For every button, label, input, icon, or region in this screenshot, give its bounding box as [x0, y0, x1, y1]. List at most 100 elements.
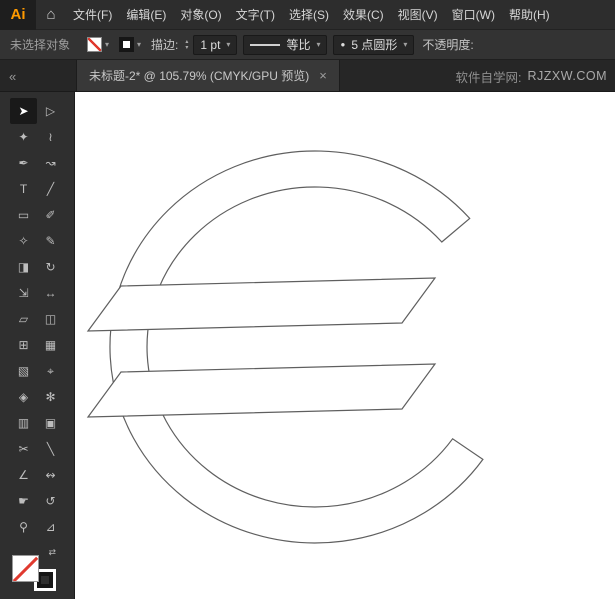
selection-tool[interactable]: ➤: [10, 98, 37, 124]
brush-definition-dropdown[interactable]: ● 5 点圆形 ▾: [333, 34, 415, 55]
menu-help[interactable]: 帮助(H): [502, 0, 557, 30]
gradient-icon: ▧: [17, 364, 30, 378]
measure-icon: ⊿: [45, 520, 56, 534]
line-segment-tool[interactable]: ╱: [37, 176, 64, 202]
euro-c-path[interactable]: [109, 150, 484, 544]
paintbrush-icon: ✐: [45, 208, 56, 222]
panel-collapse-button[interactable]: «: [4, 60, 21, 92]
scale-icon: ⇲: [18, 286, 29, 300]
rotate-icon: ↻: [45, 260, 56, 274]
pencil-icon: ✎: [45, 234, 56, 248]
shaper-tool[interactable]: ✧: [10, 228, 37, 254]
symbol-sprayer-tool[interactable]: ✻: [37, 384, 64, 410]
menu-select[interactable]: 选择(S): [282, 0, 336, 30]
width-tool[interactable]: ↔: [37, 280, 64, 306]
rectangle-tool[interactable]: ▭: [10, 202, 37, 228]
knife-tool[interactable]: ╲: [37, 436, 64, 462]
paintbrush-tool[interactable]: ✐: [37, 202, 64, 228]
perspective-grid-tool[interactable]: ⊞: [10, 332, 37, 358]
menu-edit[interactable]: 编辑(E): [119, 0, 173, 30]
stroke-color-dropdown[interactable]: ▾: [114, 37, 146, 52]
rotate-tool[interactable]: ↻: [37, 254, 64, 280]
slice-tool[interactable]: ✂: [10, 436, 37, 462]
uniform-line-icon: [250, 43, 281, 46]
artboard-tool[interactable]: ▣: [37, 410, 64, 436]
knife-icon: ╲: [46, 442, 55, 456]
lasso-tool[interactable]: ≀: [37, 124, 64, 150]
rotate-view-tool[interactable]: ↺: [37, 488, 64, 514]
rotate-view-icon: ↺: [45, 494, 56, 508]
scale-tool[interactable]: ⇲: [10, 280, 37, 306]
stroke-weight-stepper[interactable]: ▴ ▾: [183, 39, 190, 51]
shear-icon: ∠: [18, 468, 29, 482]
app-logo: Ai: [0, 0, 36, 30]
hand-tool[interactable]: ☛: [10, 488, 37, 514]
tab-close-icon[interactable]: ×: [319, 68, 327, 83]
chevron-down-icon: ▾: [105, 40, 110, 49]
chevron-down-icon: ▾: [316, 40, 321, 49]
menu-object[interactable]: 对象(O): [173, 0, 228, 30]
swap-fill-stroke-icon[interactable]: ⇄: [48, 547, 56, 558]
perspective-grid-icon: ⊞: [18, 338, 29, 352]
document-tab-title: 未标题-2* @ 105.79% (CMYK/GPU 预览): [89, 69, 310, 83]
document-tab[interactable]: 未标题-2* @ 105.79% (CMYK/GPU 预览) ×: [76, 60, 340, 91]
home-button[interactable]: ⌂: [36, 0, 66, 30]
eraser-tool[interactable]: ◨: [10, 254, 37, 280]
menu-window[interactable]: 窗口(W): [445, 0, 502, 30]
chevron-down-icon: ▾: [226, 40, 231, 49]
gradient-tool[interactable]: ▧: [10, 358, 37, 384]
artboard-canvas[interactable]: [75, 92, 615, 599]
mesh-tool[interactable]: ▦: [37, 332, 64, 358]
pen-tool[interactable]: ✒: [10, 150, 37, 176]
euro-artwork: [86, 150, 484, 544]
curvature-tool[interactable]: ↝: [37, 150, 64, 176]
shape-builder-tool[interactable]: ◫: [37, 306, 64, 332]
menu-view[interactable]: 视图(V): [391, 0, 445, 30]
symbol-sprayer-icon: ✻: [45, 390, 56, 404]
illustrator-window: Ai ⌂ 文件(F) 编辑(E) 对象(O) 文字(T) 选择(S) 效果(C)…: [0, 0, 615, 599]
slice-icon: ✂: [18, 442, 29, 456]
menu-file[interactable]: 文件(F): [66, 0, 119, 30]
menu-type[interactable]: 文字(T): [229, 0, 282, 30]
pencil-tool[interactable]: ✎: [37, 228, 64, 254]
collapse-chevrons-icon: «: [9, 68, 17, 84]
reshape-tool[interactable]: ↭: [37, 462, 64, 488]
free-transform-tool[interactable]: ▱: [10, 306, 37, 332]
brush-name-value: 5 点圆形: [351, 38, 398, 52]
round-brush-icon: ●: [340, 40, 346, 49]
stroke-weight-dropdown[interactable]: 1 pt ▾: [193, 34, 238, 55]
type-icon: T: [19, 182, 28, 196]
width-profile-dropdown[interactable]: 等比 ▾: [243, 34, 328, 55]
fill-none-swatch[interactable]: [12, 555, 39, 582]
stepper-down-icon: ▾: [185, 44, 189, 51]
watermark-site-label: 软件自学网:: [455, 70, 522, 85]
watermark-domain-label: RJZXW.COM: [527, 69, 607, 83]
measure-tool[interactable]: ⊿: [37, 514, 64, 540]
pen-icon: ✒: [18, 156, 29, 170]
type-tool[interactable]: T: [10, 176, 37, 202]
shape-builder-icon: ◫: [44, 312, 57, 326]
tools-panel: ➤ ▷ ✦ ≀ ✒ ↝ T ╱ ▭ ✐ ✧ ✎ ◨ ↻ ⇲ ↔ ▱ ◫ ⊞ ▦ …: [0, 92, 75, 599]
selection-status: 未选择对象: [10, 38, 71, 52]
direct-selection-tool[interactable]: ▷: [37, 98, 64, 124]
hand-icon: ☛: [18, 494, 29, 508]
document-tab-bar: « 未标题-2* @ 105.79% (CMYK/GPU 预览) × 软件自学网…: [0, 60, 615, 92]
blend-tool[interactable]: ◈: [10, 384, 37, 410]
blend-icon: ◈: [18, 390, 29, 404]
fill-color-dropdown[interactable]: ▾: [82, 37, 114, 52]
zoom-tool[interactable]: ⚲: [10, 514, 37, 540]
free-transform-icon: ▱: [18, 312, 29, 326]
control-bar: 未选择对象 ▾ ▾ 描边: ▴ ▾ 1 pt ▾ 等比 ▾ ● 5 点圆形 ▾: [0, 30, 615, 60]
home-icon: ⌂: [46, 6, 56, 23]
curvature-icon: ↝: [45, 156, 56, 170]
column-graph-tool[interactable]: ▥: [10, 410, 37, 436]
menu-effect[interactable]: 效果(C): [336, 0, 391, 30]
euro-bottom-bar-path[interactable]: [86, 363, 437, 418]
lasso-icon: ≀: [48, 130, 53, 144]
eraser-icon: ◨: [17, 260, 30, 274]
magic-wand-tool[interactable]: ✦: [10, 124, 37, 150]
shear-tool[interactable]: ∠: [10, 462, 37, 488]
eyedropper-icon: ⌖: [47, 363, 54, 378]
eyedropper-tool[interactable]: ⌖: [37, 358, 64, 384]
euro-top-bar-path[interactable]: [86, 277, 437, 332]
